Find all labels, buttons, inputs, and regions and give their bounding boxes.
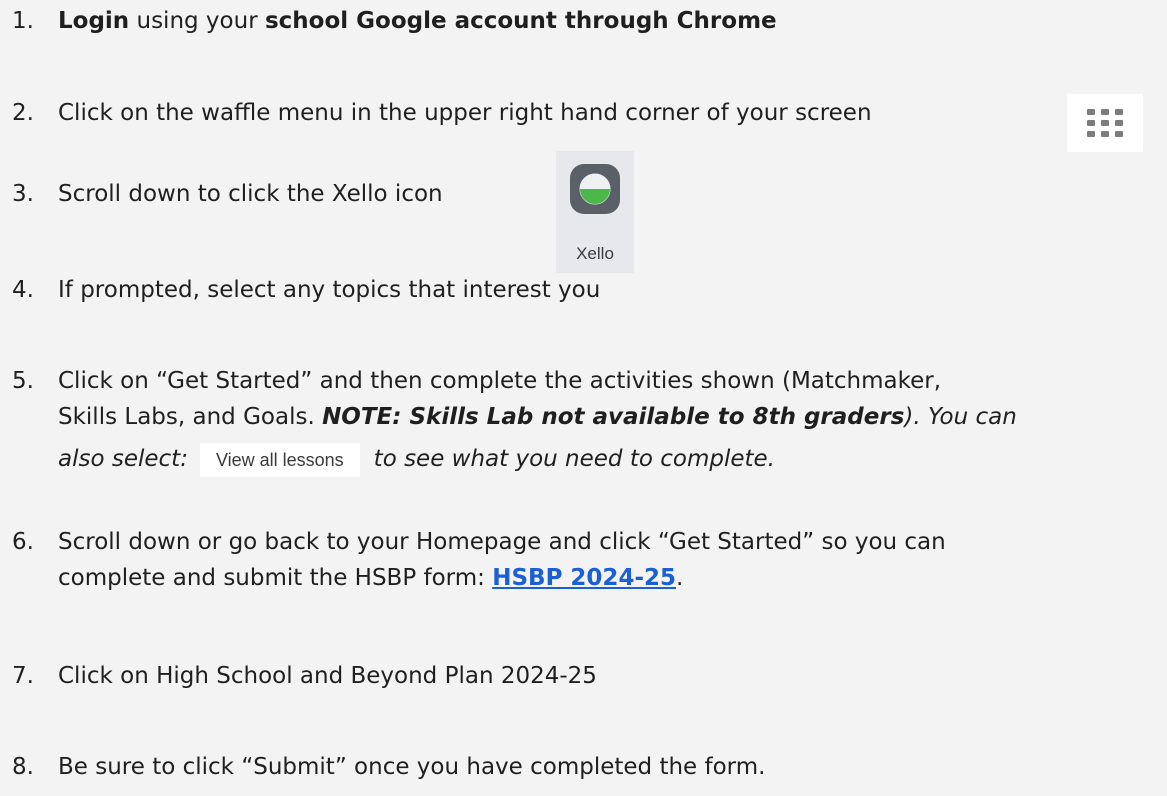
step-6-text: Scroll down or go back to your Homepage … [58,529,946,555]
instructions-page: 1. Login using your school Google account… [0,0,1167,796]
step-3-text: Scroll down to click the Xello icon [58,181,443,207]
step-6-text: . [676,565,684,591]
step-5-note: NOTE: Skills Lab not available to 8th gr… [322,404,905,430]
step-1-login-text: Login [58,8,130,34]
step-5-text: also select: [58,446,188,472]
step-5-line-2: Skills Labs, and Goals. NOTE: Skills Lab… [12,399,1017,435]
step-4: 4. If prompted, select any topics that in… [12,272,600,308]
step-5: 5. Click on “Get Started” and then comple… [12,363,1017,477]
step-5-line-1: 5. Click on “Get Started” and then comple… [12,363,1017,399]
step-number: 3. [12,181,34,207]
step-6: 6. Scroll down or go back to your Homepag… [12,524,946,596]
step-number: 2. [12,100,34,126]
step-8-text: Be sure to click “Submit” once you have … [58,754,766,780]
step-number: 7. [12,663,34,689]
step-1-account-text: school Google account through Chrome [264,8,777,34]
step-6-text: complete and submit the HSBP form: [58,565,493,591]
step-2-text: Click on the waffle menu in the upper ri… [58,100,872,126]
step-number: 5. [12,368,34,394]
step-7: 7. Click on High School and Beyond Plan 2… [12,658,597,694]
step-1-middle-text: using your [129,8,265,34]
step-4-text: If prompted, select any topics that inte… [58,277,601,303]
step-5-line-3: also select: View all lessons to see what … [12,441,1017,477]
step-5-text: Click on “Get Started” and then complete… [58,368,942,394]
step-5-text: You can [920,404,1017,430]
step-3: 3. Scroll down to click the Xello icon [12,176,443,212]
view-all-lessons-button[interactable]: View all lessons [199,442,360,477]
waffle-menu-icon [1067,94,1143,152]
step-6-line-2: complete and submit the HSBP form: HSBP … [12,560,946,596]
step-2: 2. Click on the waffle menu in the upper … [12,95,872,131]
step-8: 8. Be sure to click “Submit” once you hav… [12,749,765,785]
step-number: 4. [12,277,34,303]
step-5-text: ). [904,404,921,430]
hsbp-form-link[interactable]: HSBP 2024-25 [492,565,676,591]
step-5-text: to see what you need to complete. [373,446,775,472]
step-5-text: Skills Labs, and Goals. [58,404,323,430]
step-6-line-1: 6. Scroll down or go back to your Homepag… [12,524,946,560]
step-7-text: Click on High School and Beyond Plan 202… [58,663,597,689]
xello-icon: Xello [556,151,634,273]
xello-label: Xello [576,244,614,263]
step-number: 1. [12,8,34,34]
step-number: 6. [12,529,34,555]
step-1: 1. Login using your school Google account… [12,3,777,39]
step-number: 8. [12,754,34,780]
